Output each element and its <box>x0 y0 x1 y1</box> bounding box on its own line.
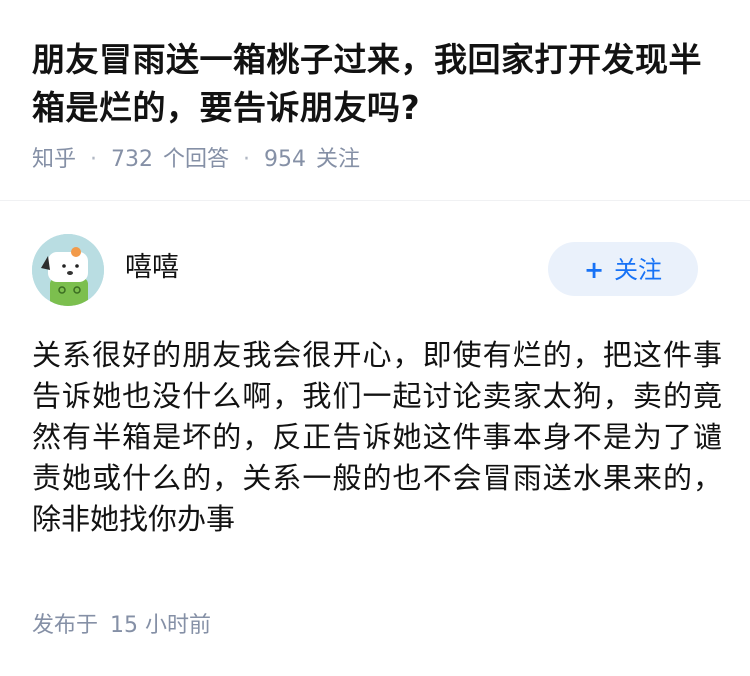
avatar[interactable] <box>32 234 104 306</box>
followers-count: 954 <box>264 147 307 172</box>
published-time: 15 小时前 <box>110 613 212 638</box>
cartoon-dog-avatar-icon <box>32 234 104 306</box>
plus-icon: + <box>583 256 605 284</box>
answers-label[interactable]: 个回答 <box>163 147 229 172</box>
meta-separator: · <box>90 147 98 172</box>
published-label: 发布于 <box>32 613 99 638</box>
answers-count: 732 <box>111 147 154 172</box>
answer-content: 关系很好的朋友我会很开心，即使有烂的，把这件事告诉她也没什么啊，我们一起讨论卖家… <box>32 338 722 536</box>
meta-separator: · <box>243 147 251 172</box>
follow-button-label: 关注 <box>614 256 663 284</box>
question-title[interactable]: 朋友冒雨送一箱桃子过来，我回家打开发现半箱是烂的，要告诉朋友吗? <box>32 36 722 132</box>
author-name[interactable]: 嘻嘻 <box>125 250 179 286</box>
question-meta: 知乎 · 732 个回答 · 954 关注 <box>32 144 360 176</box>
source-label[interactable]: 知乎 <box>32 147 76 172</box>
followers-label[interactable]: 关注 <box>316 147 360 172</box>
header-divider <box>0 200 750 201</box>
author-row: 嘻嘻 + 关注 <box>0 230 750 310</box>
question-header: 朋友冒雨送一箱桃子过来，我回家打开发现半箱是烂的，要告诉朋友吗? 知乎 · 732 个… <box>0 0 750 200</box>
follow-button[interactable]: + 关注 <box>548 242 698 296</box>
answer-footer: 发布于 15 小时前 <box>32 610 211 642</box>
